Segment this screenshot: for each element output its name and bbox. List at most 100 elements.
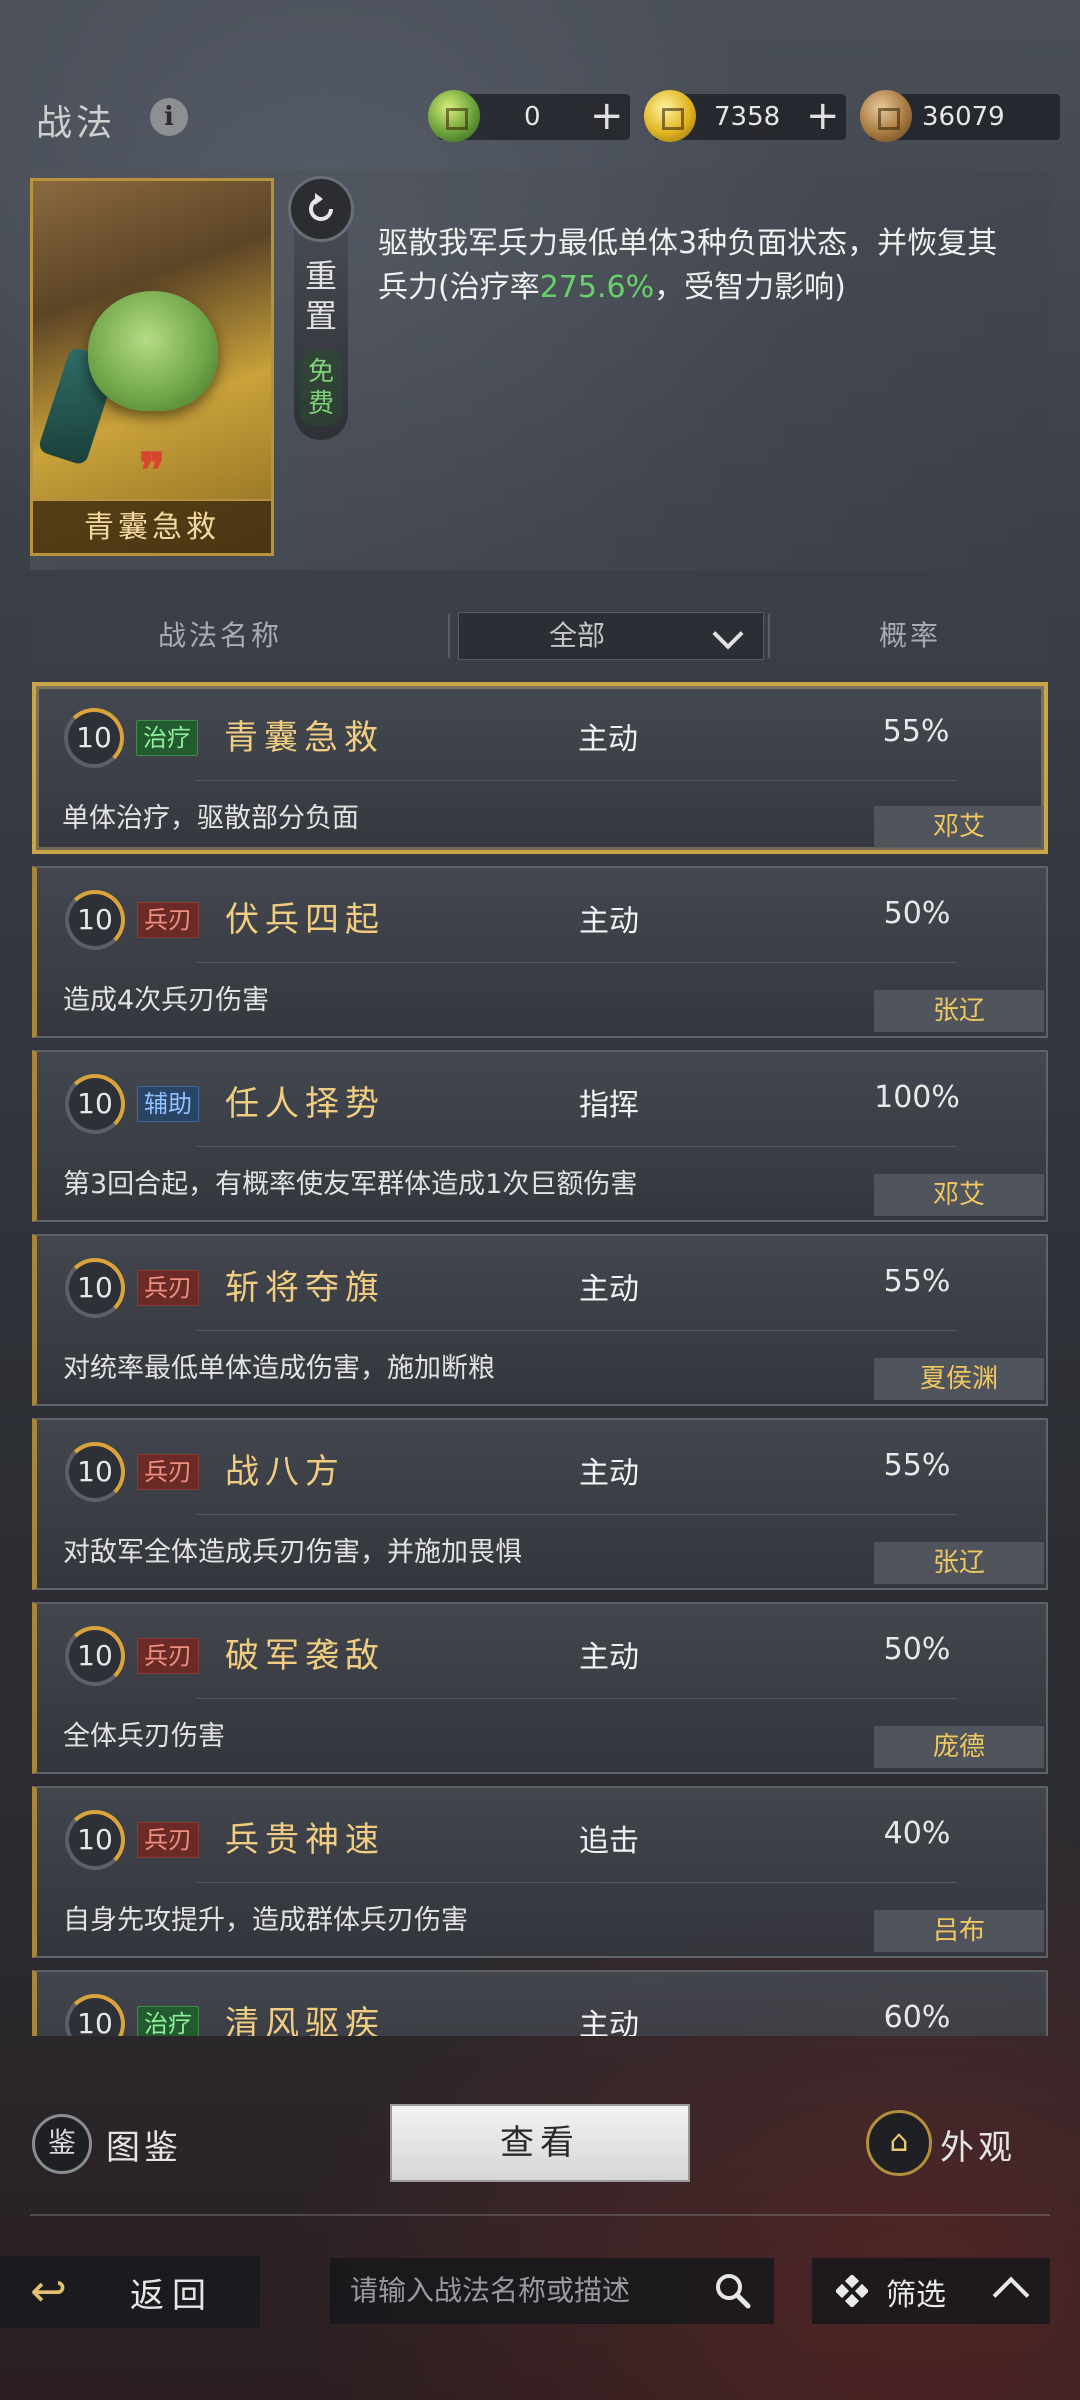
skill-name: 兵贵神速 — [225, 1820, 385, 1860]
heal-rate-value: 275.6% — [539, 270, 655, 305]
search-icon[interactable] — [712, 2270, 752, 2310]
general-tag[interactable]: 邓艾 — [874, 806, 1044, 848]
skill-rate: 60% — [883, 2000, 951, 2035]
free-badge: 免费 — [300, 350, 342, 426]
appearance-button[interactable]: 外观 — [940, 2120, 1016, 2169]
row-divider — [197, 1330, 957, 1331]
level-badge: 10 — [65, 890, 125, 950]
level-badge: 10 — [65, 1626, 125, 1686]
atlas-button[interactable]: 图鉴 — [106, 2120, 182, 2169]
skill-type: 主动 — [579, 1272, 639, 1307]
skill-name: 战八方 — [225, 1452, 345, 1492]
skill-tag: 治疗 — [136, 720, 198, 756]
row-divider — [197, 1882, 957, 1883]
add-jade-button[interactable]: + — [590, 94, 624, 140]
skill-row[interactable]: 10 治疗 青囊急救 主动 55% 单体治疗，驱散部分负面 邓艾 — [32, 682, 1048, 854]
skill-card[interactable]: ❞ 青囊急救 — [30, 178, 274, 556]
back-label[interactable]: 返回 — [130, 2268, 214, 2317]
skill-row[interactable]: 10 兵刃 伏兵四起 主动 50% 造成4次兵刃伤害 张辽 — [32, 866, 1048, 1038]
skill-summary: 造成4次兵刃伤害 — [63, 985, 270, 1016]
quality-mark-icon: ❞ — [139, 443, 165, 499]
general-tag[interactable]: 吕布 — [874, 1910, 1044, 1952]
general-tag[interactable]: 张辽 — [874, 1542, 1044, 1584]
herb-pouch-illustration — [88, 291, 218, 411]
skill-tag: 辅助 — [137, 1086, 199, 1122]
skill-rate: 55% — [883, 1264, 951, 1299]
row-divider — [197, 1698, 957, 1699]
skill-type: 追击 — [579, 1824, 639, 1859]
desc-text-tail: ，受智力影响) — [654, 270, 846, 305]
skill-row[interactable]: 10 兵刃 斩将夺旗 主动 55% 对统率最低单体造成伤害，施加断粮 夏侯渊 — [32, 1234, 1048, 1406]
skill-type: 指挥 — [579, 1088, 639, 1123]
skill-tag: 兵刃 — [137, 1638, 199, 1674]
search-input[interactable] — [350, 2258, 710, 2324]
level-badge: 10 — [65, 1994, 125, 2036]
skill-name: 清风驱疾 — [225, 2004, 385, 2036]
chevron-down-icon — [712, 618, 744, 650]
skill-type: 主动 — [579, 1456, 639, 1491]
row-divider — [196, 780, 956, 781]
skill-name: 破军袭敌 — [225, 1636, 385, 1676]
gold-coin-icon — [644, 90, 696, 142]
card-skill-name: 青囊急救 — [33, 499, 271, 553]
jade-coin-icon — [428, 90, 480, 142]
copper-coin-icon — [860, 90, 912, 142]
skill-summary: 对统率最低单体造成伤害，施加断粮 — [63, 1353, 495, 1384]
atlas-icon[interactable]: 鉴 — [32, 2114, 92, 2174]
currency-value: 7358 — [714, 102, 781, 132]
skill-type: 主动 — [578, 722, 638, 757]
skill-rate: 40% — [883, 1816, 951, 1851]
skill-type: 主动 — [579, 904, 639, 939]
skill-name: 伏兵四起 — [225, 900, 385, 940]
general-tag[interactable]: 邓艾 — [874, 1174, 1044, 1216]
currency-value: 36079 — [922, 102, 1005, 132]
page-title: 战法 — [36, 103, 117, 144]
skill-summary: 自身先攻提升，造成群体兵刃伤害 — [63, 1905, 468, 1936]
reset-label[interactable]: 重置 — [300, 256, 342, 336]
skill-row[interactable]: 10 治疗 清风驱疾 主动 60% — [32, 1970, 1048, 2036]
add-gold-button[interactable]: + — [806, 94, 840, 140]
level-badge: 10 — [65, 1442, 125, 1502]
skill-name: 任人择势 — [225, 1084, 385, 1124]
skill-row[interactable]: 10 兵刃 兵贵神速 追击 40% 自身先攻提升，造成群体兵刃伤害 吕布 — [32, 1786, 1048, 1958]
row-divider — [197, 1146, 957, 1147]
footer-divider — [30, 2214, 1050, 2216]
skill-row[interactable]: 10 兵刃 破军袭敌 主动 50% 全体兵刃伤害 庞德 — [32, 1602, 1048, 1774]
type-filter-dropdown[interactable]: 全部 — [458, 612, 764, 660]
skill-tag: 兵刃 — [137, 1822, 199, 1858]
general-tag[interactable]: 庞德 — [874, 1726, 1044, 1768]
column-skill-name: 战法名称 — [157, 619, 282, 652]
skill-name: 斩将夺旗 — [225, 1268, 385, 1308]
skill-summary: 全体兵刃伤害 — [63, 1721, 225, 1752]
info-icon[interactable]: i — [150, 98, 188, 136]
skill-summary: 对敌军全体造成兵刃伤害，并施加畏惧 — [63, 1537, 522, 1568]
appearance-icon[interactable]: ⌂ — [866, 2110, 932, 2176]
level-badge: 10 — [65, 1810, 125, 1870]
skill-tag: 治疗 — [137, 2006, 199, 2036]
currency-copper: 36079 — [860, 90, 1060, 142]
filter-label: 筛选 — [886, 2278, 946, 2313]
filter-diamond-icon — [836, 2275, 868, 2307]
filter-button[interactable]: 筛选 — [812, 2258, 1050, 2324]
skill-rate: 50% — [883, 1632, 951, 1667]
skill-row[interactable]: 10 辅助 任人择势 指挥 100% 第3回合起，有概率使友军群体造成1次巨额伤… — [32, 1050, 1048, 1222]
chevron-up-icon — [992, 2276, 1030, 2314]
view-button[interactable]: 查看 — [390, 2104, 690, 2182]
search-box[interactable] — [330, 2258, 774, 2324]
skill-tag: 兵刃 — [137, 902, 199, 938]
skill-summary: 单体治疗，驱散部分负面 — [62, 803, 359, 834]
row-divider — [197, 1514, 957, 1515]
column-rate: 概率 — [878, 619, 941, 652]
back-arrow-icon[interactable]: ↩ — [30, 2270, 100, 2314]
level-badge: 10 — [64, 708, 124, 768]
filter-selected-value: 全部 — [548, 619, 605, 652]
header-divider — [448, 614, 450, 658]
skill-row[interactable]: 10 兵刃 战八方 主动 55% 对敌军全体造成兵刃伤害，并施加畏惧 张辽 — [32, 1418, 1048, 1590]
general-tag[interactable]: 张辽 — [874, 990, 1044, 1032]
skill-rate: 55% — [883, 1448, 951, 1483]
skill-list[interactable]: 10 治疗 青囊急救 主动 55% 单体治疗，驱散部分负面 邓艾 10 兵刃 伏… — [30, 680, 1050, 2036]
skill-type: 主动 — [579, 2008, 639, 2036]
general-tag[interactable]: 夏侯渊 — [874, 1358, 1044, 1400]
reset-icon[interactable] — [288, 176, 354, 242]
skill-tag: 兵刃 — [137, 1454, 199, 1490]
